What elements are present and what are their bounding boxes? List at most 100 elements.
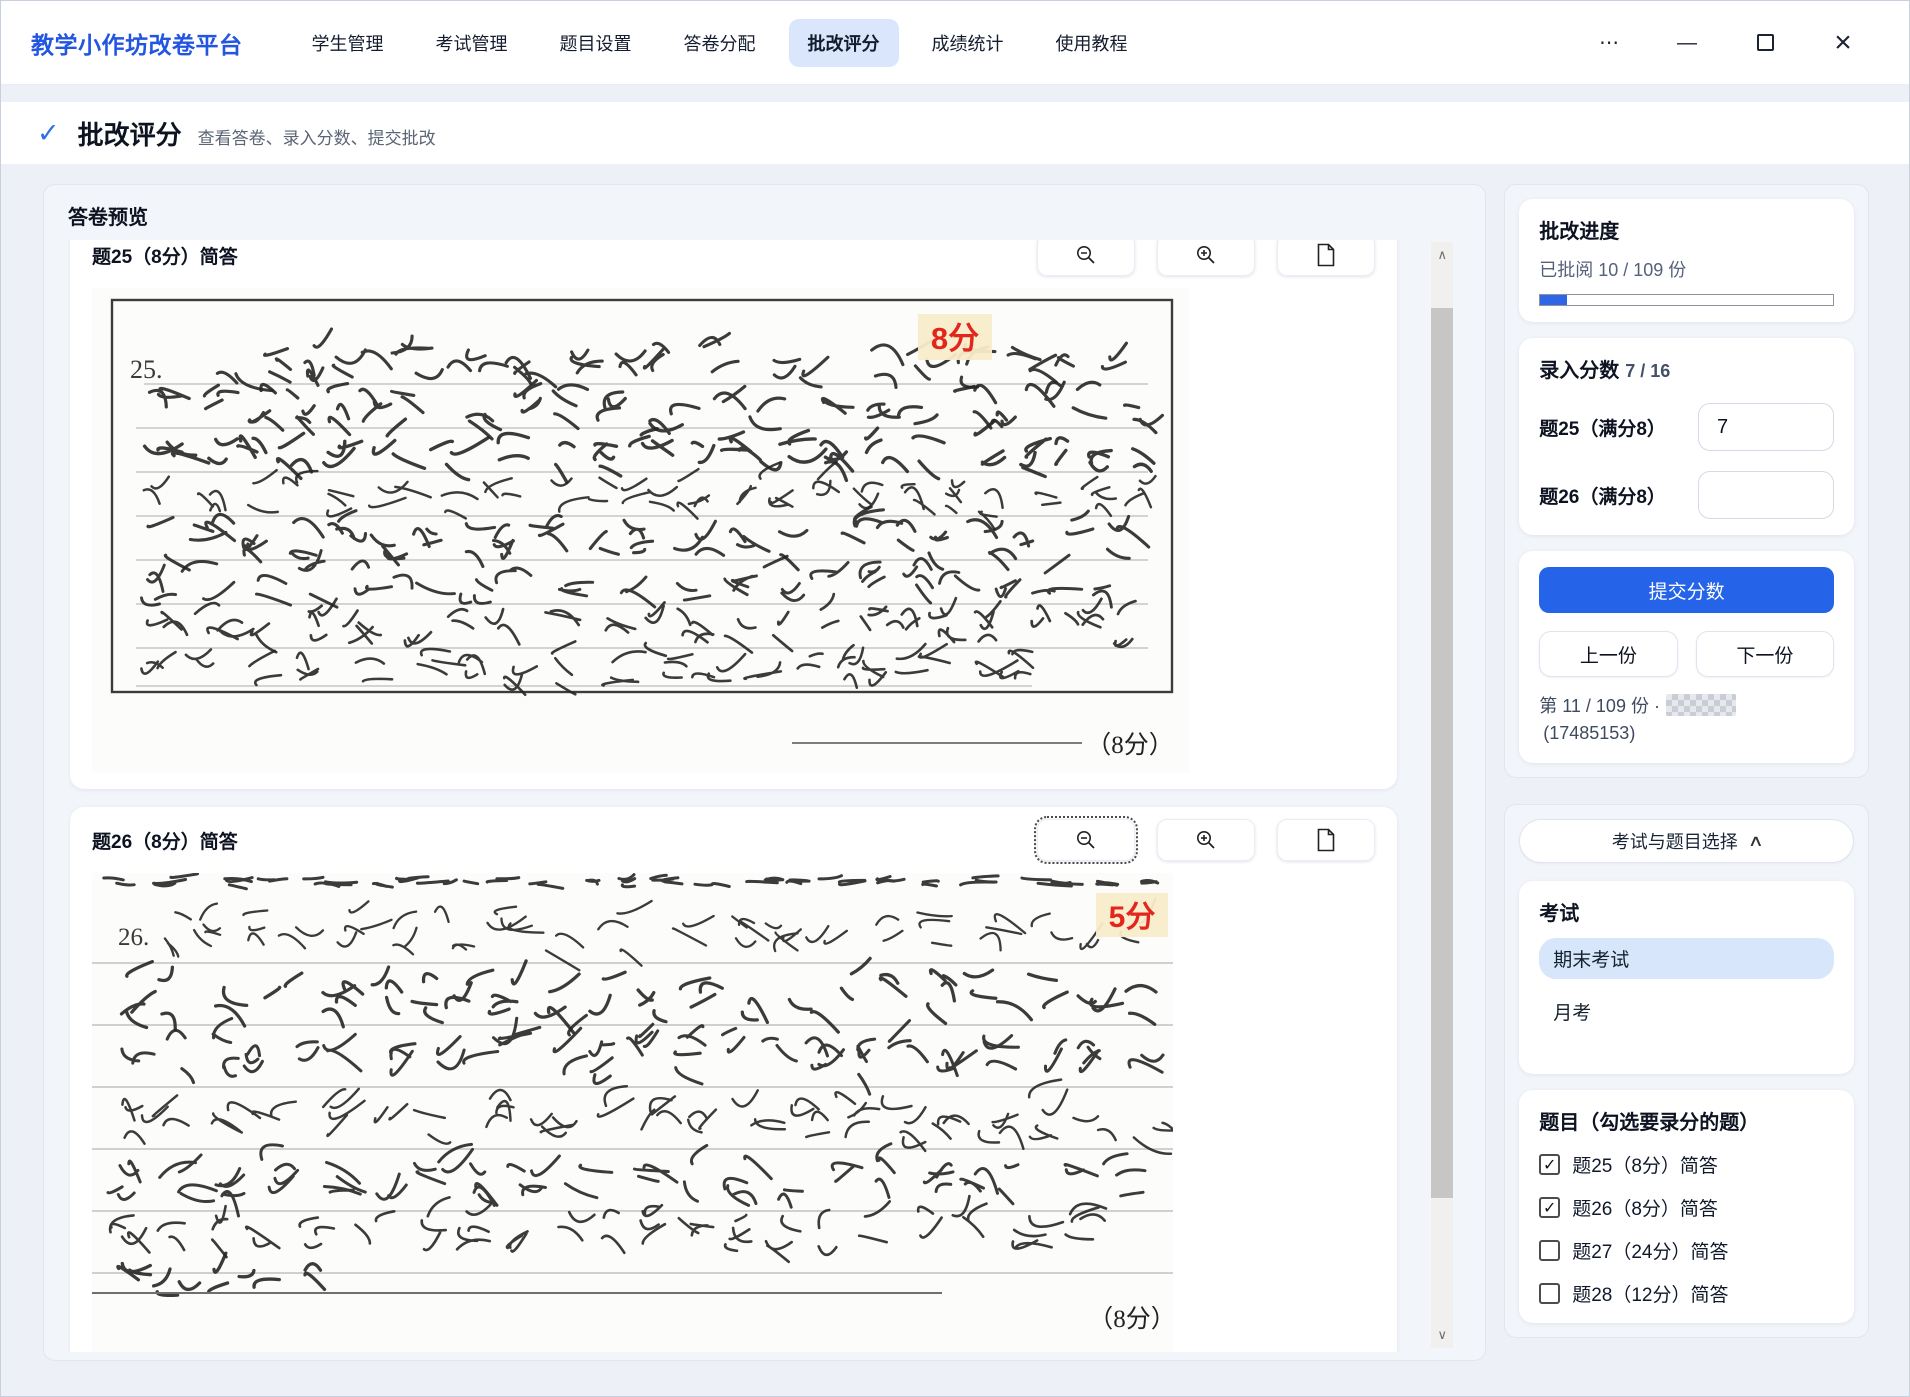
chevron-up-icon: ∧ <box>1747 831 1763 851</box>
score-entry-counter: 7 / 16 <box>1625 361 1670 382</box>
content-area: 答卷预览 题25（8分）简答 <box>1 164 1909 1364</box>
score-label-q25: 题25（满分8） <box>1539 414 1666 441</box>
nav-item-tutorial[interactable]: 使用教程 <box>1037 19 1147 67</box>
checkbox-label-q26: 题26（8分）简答 <box>1572 1194 1718 1221</box>
question-number: 26. <box>118 924 149 951</box>
magnifier-minus-icon <box>1075 829 1097 851</box>
exam-section-title: 考试 <box>1539 897 1834 926</box>
page-title: 批改评分 <box>78 115 182 152</box>
zoom-out-button[interactable] <box>1037 819 1135 861</box>
question-25-label: 题25（8分）简答 <box>92 242 238 269</box>
nav-item-stats[interactable]: 成绩统计 <box>913 19 1023 67</box>
exam-list-card: 考试 期末考试 月考 <box>1519 881 1854 1074</box>
question-26-label: 题26（8分）简答 <box>92 827 238 854</box>
preview-scrollbar[interactable]: ∧ ∨ <box>1431 242 1453 1348</box>
close-icon[interactable]: × <box>1829 29 1857 57</box>
checkbox-q28[interactable] <box>1539 1283 1560 1304</box>
nav-item-students[interactable]: 学生管理 <box>293 19 403 67</box>
maximize-icon[interactable] <box>1751 29 1779 57</box>
check-icon: ✓ <box>37 118 60 149</box>
answer-preview-panel: 答卷预览 题25（8分）简答 <box>43 184 1486 1361</box>
minimize-icon[interactable]: — <box>1673 29 1701 57</box>
question-26-toolbar <box>1037 819 1375 861</box>
score-row-q25: 题25（满分8） <box>1539 403 1834 451</box>
score-input-q25[interactable] <box>1698 403 1834 451</box>
document-icon <box>1316 243 1336 267</box>
title-bar: 教学小作坊改卷平台 学生管理 考试管理 题目设置 答卷分配 批改评分 成绩统计 … <box>1 1 1909 85</box>
progress-card: 批改进度 已批阅 10 / 109 份 <box>1519 199 1854 322</box>
app-title: 教学小作坊改卷平台 <box>31 26 243 60</box>
question-card-26: 题26（8分）简答 <box>70 807 1397 1352</box>
score-input-q26[interactable] <box>1698 471 1834 519</box>
score-label-q26: 题26（满分8） <box>1539 482 1666 509</box>
next-paper-button[interactable]: 下一份 <box>1696 631 1834 677</box>
question-section-title: 题目（勾选要录分的题） <box>1539 1106 1834 1135</box>
progress-title: 批改进度 <box>1539 215 1834 244</box>
checkbox-label-q27: 题27（24分）简答 <box>1572 1237 1728 1264</box>
view-document-button[interactable] <box>1277 240 1375 276</box>
magnifier-minus-icon <box>1075 244 1097 266</box>
previous-paper-button[interactable]: 上一份 <box>1539 631 1677 677</box>
exam-question-selector-group: 考试与题目选择 ∧ 考试 期末考试 月考 题目（勾选要录分的题） ✓ 题25（8… <box>1504 804 1869 1338</box>
score-row-q26: 题26（满分8） <box>1539 471 1834 519</box>
checkbox-label-q28: 题28（12分）简答 <box>1572 1280 1728 1307</box>
checkbox-q26[interactable]: ✓ <box>1539 1197 1560 1218</box>
scroll-down-icon[interactable]: ∨ <box>1431 1322 1453 1348</box>
progress-text: 已批阅 10 / 109 份 <box>1539 256 1834 282</box>
score-badge: 5分 <box>1109 901 1156 934</box>
handwriting-strokes <box>104 874 1173 1295</box>
student-id: (17485153) <box>1543 723 1635 743</box>
magnifier-plus-icon <box>1195 829 1217 851</box>
printed-score-blank: （8分） <box>1088 1305 1173 1333</box>
nav-item-grading[interactable]: 批改评分 <box>789 19 899 67</box>
main-nav: 学生管理 考试管理 题目设置 答卷分配 批改评分 成绩统计 使用教程 <box>293 19 1147 67</box>
preview-scroll-viewport[interactable]: 题25（8分）简答 <box>68 240 1485 1352</box>
selector-collapse-button[interactable]: 考试与题目选择 ∧ <box>1519 819 1854 863</box>
paper-position-info: 第 11 / 109 份 · (17485153) <box>1539 693 1834 747</box>
selector-collapse-label: 考试与题目选择 <box>1612 828 1738 854</box>
answer-image-q25: 25. 8分 （8分） <box>92 288 1190 773</box>
preview-title: 答卷预览 <box>68 201 1485 230</box>
submit-score-button[interactable]: 提交分数 <box>1539 567 1834 613</box>
actions-card: 提交分数 上一份 下一份 第 11 / 109 份 · (17485153) <box>1519 551 1854 763</box>
zoom-in-button[interactable] <box>1157 819 1255 861</box>
grading-app-window: { "app": { "title": "教学小作坊改卷平台" }, "nav"… <box>0 0 1910 1397</box>
page-subtitle: 查看答卷、录入分数、提交批改 <box>198 118 436 149</box>
magnifier-plus-icon <box>1195 244 1217 266</box>
question-number: 25. <box>130 355 163 384</box>
page-header: ✓ 批改评分 查看答卷、录入分数、提交批改 <box>1 102 1909 164</box>
paper-position-text: 第 11 / 109 份 · <box>1539 696 1660 716</box>
scrollbar-thumb[interactable] <box>1431 308 1453 1198</box>
question-checkbox-row-27[interactable]: 题27（24分）简答 <box>1539 1237 1834 1264</box>
zoom-out-button[interactable] <box>1037 240 1135 276</box>
progress-bar-fill <box>1540 295 1567 305</box>
question-checkbox-row-25[interactable]: ✓ 题25（8分）简答 <box>1539 1151 1834 1178</box>
question-checkbox-row-28[interactable]: 题28（12分）简答 <box>1539 1280 1834 1307</box>
view-document-button[interactable] <box>1277 819 1375 861</box>
checkbox-label-q25: 题25（8分）简答 <box>1572 1151 1718 1178</box>
window-controls: ⋯ — × <box>1595 29 1879 57</box>
nav-item-questions[interactable]: 题目设置 <box>541 19 651 67</box>
exam-item-1[interactable]: 月考 <box>1539 991 1834 1032</box>
grading-tools-group: 批改进度 已批阅 10 / 109 份 录入分数 7 / 16 题25（满分8）… <box>1504 184 1869 778</box>
printed-score-blank: （8分） <box>1086 731 1174 759</box>
zoom-in-button[interactable] <box>1157 240 1255 276</box>
progress-bar <box>1539 294 1834 306</box>
nav-item-exams[interactable]: 考试管理 <box>417 19 527 67</box>
checkbox-q25[interactable]: ✓ <box>1539 1154 1560 1175</box>
score-entry-title: 录入分数 <box>1539 354 1619 383</box>
student-name-redacted <box>1666 694 1736 716</box>
score-entry-card: 录入分数 7 / 16 题25（满分8） 题26（满分8） <box>1519 338 1854 535</box>
exam-item-0[interactable]: 期末考试 <box>1539 938 1834 979</box>
scroll-up-icon[interactable]: ∧ <box>1431 242 1453 268</box>
document-icon <box>1316 828 1336 852</box>
question-25-toolbar <box>1037 240 1375 276</box>
checkbox-q27[interactable] <box>1539 1240 1560 1261</box>
nav-item-assign[interactable]: 答卷分配 <box>665 19 775 67</box>
question-select-card: 题目（勾选要录分的题） ✓ 题25（8分）简答 ✓ 题26（8分）简答 题27（… <box>1519 1090 1854 1323</box>
question-checkbox-row-26[interactable]: ✓ 题26（8分）简答 <box>1539 1194 1834 1221</box>
score-badge: 8分 <box>931 321 979 356</box>
more-options-icon[interactable]: ⋯ <box>1595 29 1623 57</box>
question-card-25: 题25（8分）简答 <box>70 240 1397 789</box>
sidebar: 批改进度 已批阅 10 / 109 份 录入分数 7 / 16 题25（满分8）… <box>1504 184 1869 1364</box>
